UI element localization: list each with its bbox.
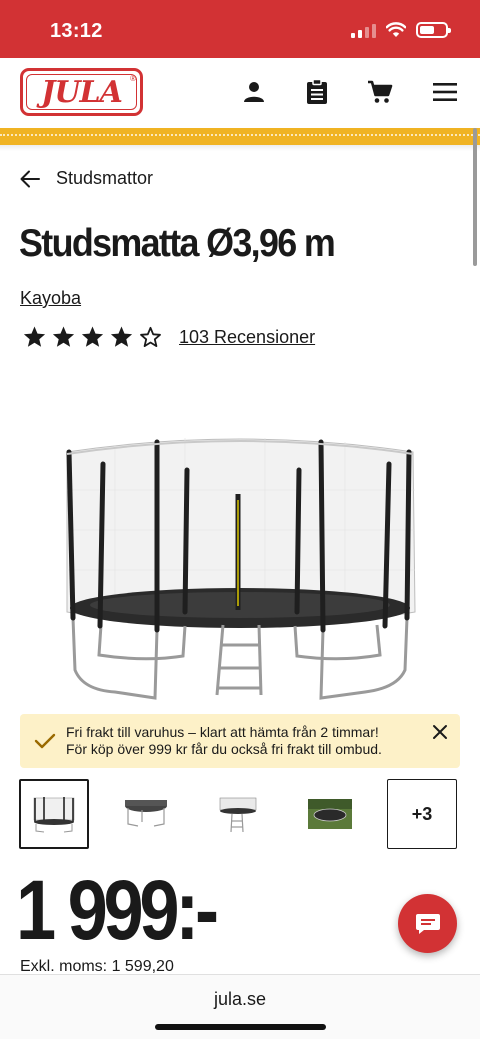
more-images-button[interactable]: +3 <box>387 779 457 849</box>
scrollbar[interactable] <box>473 128 477 266</box>
star-filled-icon <box>23 326 46 347</box>
menu-icon <box>433 83 457 101</box>
arrow-left-icon <box>20 170 40 187</box>
brand-link[interactable]: Kayoba <box>20 288 81 309</box>
thumbnail-image <box>33 797 75 833</box>
shopping-list-icon <box>307 79 327 104</box>
rating-stars <box>22 325 163 349</box>
logo-text: JULA <box>41 74 123 110</box>
thumbnail-1[interactable] <box>19 779 89 849</box>
menu-button[interactable] <box>429 76 461 108</box>
jula-logo[interactable]: JULA ® <box>20 68 143 116</box>
thumbnail-image <box>308 799 352 829</box>
cart-icon <box>368 80 393 103</box>
thumbnail-image <box>125 800 167 827</box>
shopping-list-button[interactable] <box>301 76 333 108</box>
star-outline-icon <box>140 326 161 347</box>
account-button[interactable] <box>238 76 270 108</box>
status-icons <box>351 22 451 38</box>
thumbnail-strip: +3 <box>19 779 457 849</box>
site-header: JULA ® <box>0 58 480 128</box>
status-bar: 13:12 <box>0 0 480 58</box>
thumbnail-image <box>219 797 257 833</box>
notice-text: Fri frakt till varuhus – klart att hämta… <box>66 724 382 758</box>
product-rating[interactable]: 103 Recensioner <box>22 325 315 349</box>
product-title: Studsmatta Ø3,96 m <box>19 222 336 265</box>
wifi-icon <box>386 22 406 37</box>
url-label[interactable]: jula.se <box>0 989 480 1010</box>
chat-icon <box>415 913 440 934</box>
reviews-link[interactable]: 103 Recensioner <box>179 327 315 348</box>
thumbnail-2[interactable] <box>111 779 181 849</box>
account-icon <box>244 82 264 102</box>
notice-line-1: Fri frakt till varuhus – klart att hämta… <box>66 724 379 740</box>
shipping-notice: Fri frakt till varuhus – klart att hämta… <box>20 714 460 768</box>
star-filled-icon <box>110 326 133 347</box>
breadcrumb[interactable]: Studsmattor <box>20 168 153 189</box>
battery-icon <box>416 22 451 38</box>
star-filled-icon <box>81 326 104 347</box>
star-filled-icon <box>52 326 75 347</box>
close-icon[interactable] <box>432 724 448 740</box>
thumbnail-3[interactable] <box>203 779 273 849</box>
product-price: 1 999:- <box>16 863 219 957</box>
thumbnail-4[interactable] <box>295 779 365 849</box>
status-time: 13:12 <box>50 20 103 42</box>
browser-bar: jula.se <box>0 974 480 1039</box>
cart-button[interactable] <box>364 76 396 108</box>
product-image[interactable] <box>55 430 425 710</box>
header-stripe <box>0 128 480 145</box>
signal-icon <box>351 22 376 38</box>
breadcrumb-label[interactable]: Studsmattor <box>56 168 153 189</box>
checkmark-icon <box>34 733 56 749</box>
notice-line-2: För köp över 999 kr får du också fri fra… <box>66 741 382 757</box>
chat-button[interactable] <box>398 894 457 953</box>
home-indicator[interactable] <box>155 1024 326 1030</box>
